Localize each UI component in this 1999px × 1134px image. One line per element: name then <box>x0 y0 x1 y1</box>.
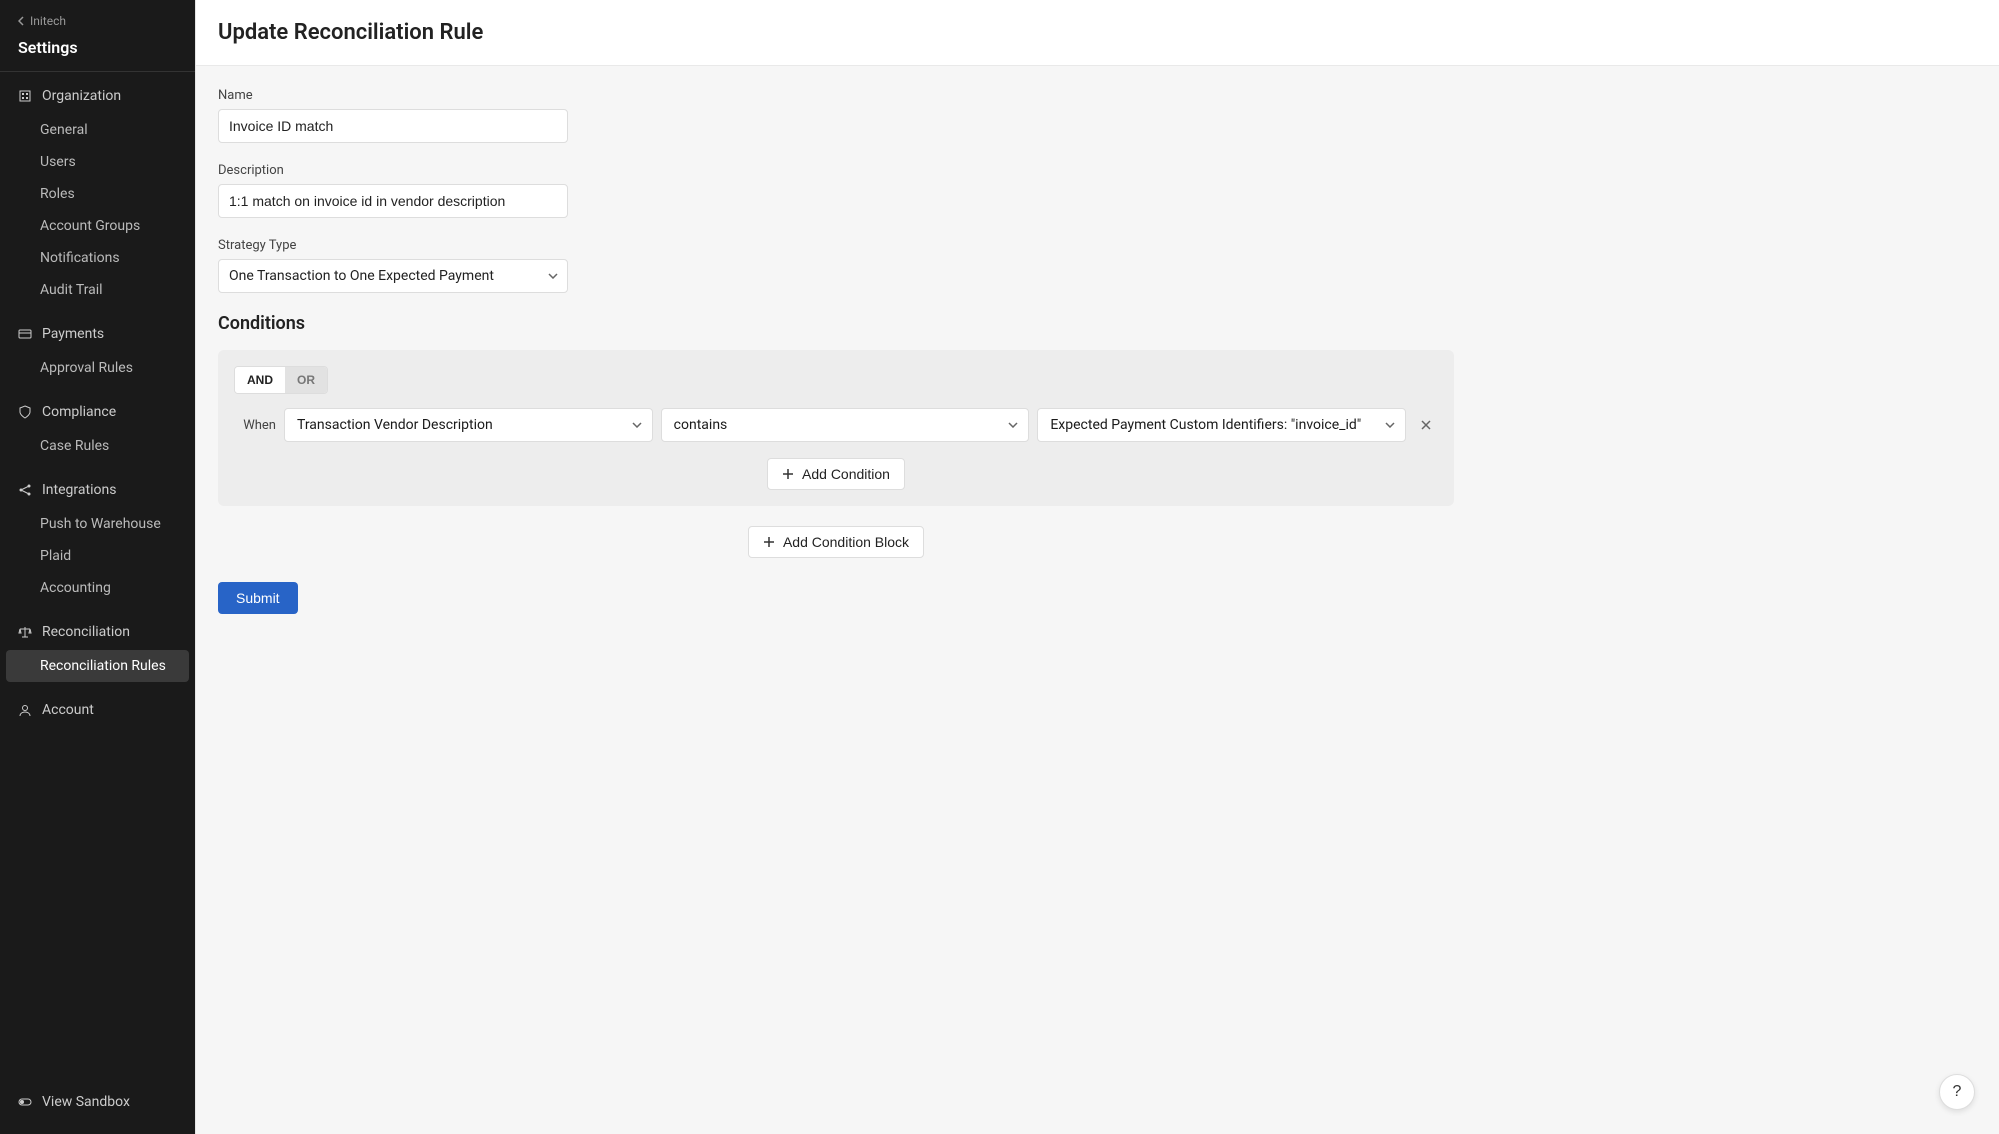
sidebar-section-compliance[interactable]: Compliance <box>0 394 195 430</box>
chevron-down-icon <box>1008 422 1018 428</box>
condition-value-value: Expected Payment Custom Identifiers: "in… <box>1050 417 1361 433</box>
back-breadcrumb[interactable]: Initech <box>18 10 177 32</box>
section-label: Account <box>42 702 94 718</box>
sidebar-section-payments[interactable]: Payments <box>0 316 195 352</box>
share-icon <box>18 483 32 497</box>
strategy-label: Strategy Type <box>218 238 1454 253</box>
field-description: Description <box>218 163 1454 218</box>
sidebar-header: Initech Settings <box>0 0 195 71</box>
sidebar-footer: View Sandbox <box>0 1070 195 1134</box>
section-label: Integrations <box>42 482 116 498</box>
name-label: Name <box>218 88 1454 103</box>
sidebar-section-integrations[interactable]: Integrations <box>0 472 195 508</box>
sidebar-item-reconciliation-rules[interactable]: Reconciliation Rules <box>6 650 189 682</box>
close-icon <box>1420 419 1432 431</box>
sidebar-section-organization[interactable]: Organization <box>0 78 195 114</box>
sidebar-item-audit-trail[interactable]: Audit Trail <box>0 274 195 306</box>
submit-button[interactable]: Submit <box>218 582 298 614</box>
toggle-icon <box>18 1095 32 1109</box>
sidebar-item-approval-rules[interactable]: Approval Rules <box>0 352 195 384</box>
section-label: Compliance <box>42 404 116 420</box>
condition-row: When Transaction Vendor Description cont… <box>234 408 1438 442</box>
sidebar-item-accounting[interactable]: Accounting <box>0 572 195 604</box>
and-button[interactable]: AND <box>235 367 285 393</box>
sidebar-item-general[interactable]: General <box>0 114 195 146</box>
chevron-down-icon <box>632 422 642 428</box>
add-block-label: Add Condition Block <box>783 534 909 550</box>
add-condition-block-button[interactable]: Add Condition Block <box>748 526 924 558</box>
section-label: Payments <box>42 326 104 342</box>
main-header: Update Reconciliation Rule <box>196 0 1999 66</box>
sidebar-item-case-rules[interactable]: Case Rules <box>0 430 195 462</box>
building-icon <box>18 89 32 103</box>
main-content: Update Reconciliation Rule Name Descript… <box>195 0 1999 1134</box>
sidebar-nav: Organization General Users Roles Account… <box>0 72 195 1070</box>
strategy-value: One Transaction to One Expected Payment <box>218 259 568 293</box>
section-label: Organization <box>42 88 121 104</box>
sidebar-section-account[interactable]: Account <box>0 692 195 728</box>
sidebar-item-roles[interactable]: Roles <box>0 178 195 210</box>
plus-icon <box>763 536 775 548</box>
page-title: Update Reconciliation Rule <box>218 20 1977 45</box>
help-button[interactable]: ? <box>1939 1074 1975 1110</box>
sidebar-item-notifications[interactable]: Notifications <box>0 242 195 274</box>
strategy-select[interactable]: One Transaction to One Expected Payment <box>218 259 568 293</box>
sidebar-item-users[interactable]: Users <box>0 146 195 178</box>
conditions-title: Conditions <box>218 313 1454 334</box>
remove-condition-button[interactable] <box>1414 413 1438 437</box>
sidebar-item-push-warehouse[interactable]: Push to Warehouse <box>0 508 195 540</box>
description-label: Description <box>218 163 1454 178</box>
sidebar-section-reconciliation[interactable]: Reconciliation <box>0 614 195 650</box>
chevron-left-icon <box>18 16 24 26</box>
user-icon <box>18 703 32 717</box>
field-strategy: Strategy Type One Transaction to One Exp… <box>218 238 1454 293</box>
field-name: Name <box>218 88 1454 143</box>
logic-toggle: AND OR <box>234 366 328 394</box>
chevron-down-icon <box>1385 422 1395 428</box>
shield-icon <box>18 405 32 419</box>
condition-operator-value: contains <box>674 417 728 433</box>
name-input[interactable] <box>218 109 568 143</box>
sidebar-item-plaid[interactable]: Plaid <box>0 540 195 572</box>
card-icon <box>18 327 32 341</box>
add-condition-wrap: Add Condition <box>234 458 1438 490</box>
when-label: When <box>234 418 276 433</box>
add-block-wrap: Add Condition Block <box>218 526 1454 558</box>
or-button[interactable]: OR <box>285 367 327 393</box>
plus-icon <box>782 468 794 480</box>
view-sandbox-link[interactable]: View Sandbox <box>18 1084 177 1120</box>
back-label: Initech <box>30 14 66 28</box>
sidebar-title: Settings <box>18 32 177 71</box>
sidebar: Initech Settings Organization General Us… <box>0 0 195 1134</box>
condition-field-select[interactable]: Transaction Vendor Description <box>284 408 653 442</box>
description-input[interactable] <box>218 184 568 218</box>
sidebar-item-account-groups[interactable]: Account Groups <box>0 210 195 242</box>
scale-icon <box>18 625 32 639</box>
condition-operator-select[interactable]: contains <box>661 408 1030 442</box>
add-condition-button[interactable]: Add Condition <box>767 458 905 490</box>
conditions-block: AND OR When Transaction Vendor Descripti… <box>218 350 1454 506</box>
footer-label: View Sandbox <box>42 1094 130 1110</box>
condition-field-value: Transaction Vendor Description <box>297 417 493 433</box>
form-area: Name Description Strategy Type One Trans… <box>196 66 1476 636</box>
condition-value-select[interactable]: Expected Payment Custom Identifiers: "in… <box>1037 408 1406 442</box>
add-condition-label: Add Condition <box>802 466 890 482</box>
section-label: Reconciliation <box>42 624 130 640</box>
